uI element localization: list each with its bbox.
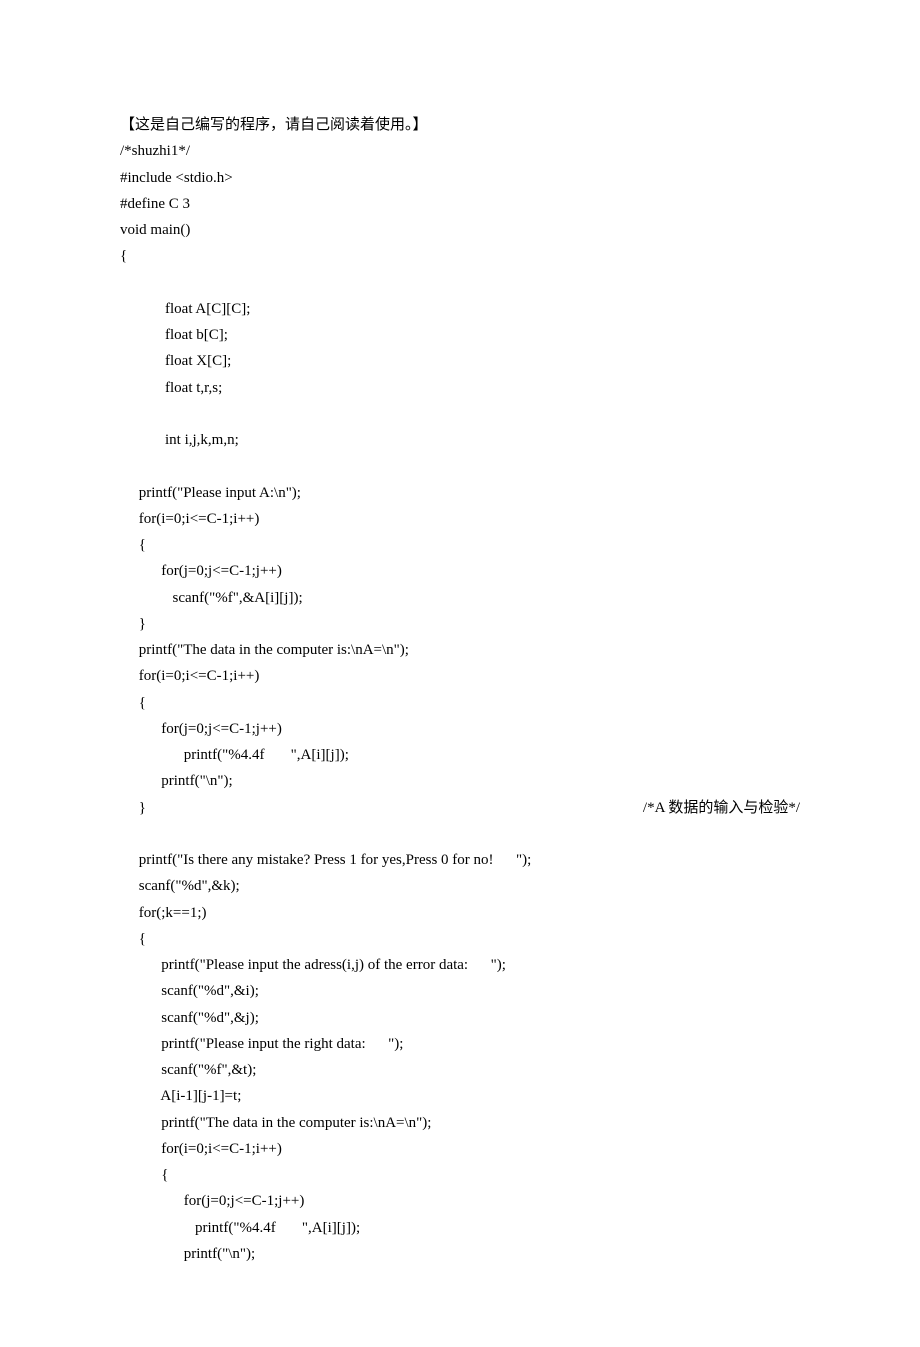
code-line: 【这是自己编写的程序，请自己阅读着使用。】	[120, 112, 800, 138]
code-line: printf("Is there any mistake? Press 1 fo…	[120, 847, 800, 873]
code-line: float b[C];	[120, 322, 800, 348]
code-line: scanf("%d",&k);	[120, 873, 800, 899]
code-line: float X[C];	[120, 348, 800, 374]
document-page: 【这是自己编写的程序，请自己阅读着使用。】/*shuzhi1*/#include…	[0, 0, 920, 1347]
code-line: float t,r,s;	[120, 375, 800, 401]
code-line: #define C 3	[120, 191, 800, 217]
code-line: scanf("%f",&A[i][j]);	[120, 585, 800, 611]
code-line: printf("Please input the adress(i,j) of …	[120, 952, 800, 978]
code-line-left: }	[120, 795, 146, 821]
code-line: void main()	[120, 217, 800, 243]
code-line: for(;k==1;)	[120, 900, 800, 926]
code-line: {	[120, 532, 800, 558]
code-line: for(j=0;j<=C-1;j++)	[120, 716, 800, 742]
code-line: float A[C][C];	[120, 296, 800, 322]
code-line: printf("The data in the computer is:\nA=…	[120, 637, 800, 663]
code-line: for(i=0;i<=C-1;i++)	[120, 663, 800, 689]
code-line	[120, 821, 800, 847]
code-line	[120, 453, 800, 479]
code-line: scanf("%f",&t);	[120, 1057, 800, 1083]
code-block-1: 【这是自己编写的程序，请自己阅读着使用。】/*shuzhi1*/#include…	[120, 112, 800, 795]
code-line	[120, 270, 800, 296]
code-line: #include <stdio.h>	[120, 165, 800, 191]
code-line: {	[120, 1162, 800, 1188]
code-line: int i,j,k,m,n;	[120, 427, 800, 453]
code-line: {	[120, 690, 800, 716]
code-block-2: printf("Is there any mistake? Press 1 fo…	[120, 821, 800, 1267]
code-line: /*shuzhi1*/	[120, 138, 800, 164]
code-line: printf("\n");	[120, 1241, 800, 1267]
code-line: for(i=0;i<=C-1;i++)	[120, 506, 800, 532]
code-line	[120, 401, 800, 427]
code-line: printf("%4.4f ",A[i][j]);	[120, 1215, 800, 1241]
code-line: scanf("%d",&j);	[120, 1005, 800, 1031]
code-line: printf("The data in the computer is:\nA=…	[120, 1110, 800, 1136]
code-line: }	[120, 611, 800, 637]
code-line: {	[120, 926, 800, 952]
code-line: scanf("%d",&i);	[120, 978, 800, 1004]
code-line: for(i=0;i<=C-1;i++)	[120, 1136, 800, 1162]
code-line: printf("\n");	[120, 768, 800, 794]
code-line-comment: /*A 数据的输入与检验*/	[643, 795, 800, 821]
code-line: printf("Please input A:\n");	[120, 480, 800, 506]
code-line: for(j=0;j<=C-1;j++)	[120, 1188, 800, 1214]
code-line: {	[120, 243, 800, 269]
code-line-with-comment: } /*A 数据的输入与检验*/	[120, 795, 800, 821]
code-line: printf("%4.4f ",A[i][j]);	[120, 742, 800, 768]
code-line: printf("Please input the right data: ");	[120, 1031, 800, 1057]
code-line: for(j=0;j<=C-1;j++)	[120, 558, 800, 584]
code-line: A[i-1][j-1]=t;	[120, 1083, 800, 1109]
